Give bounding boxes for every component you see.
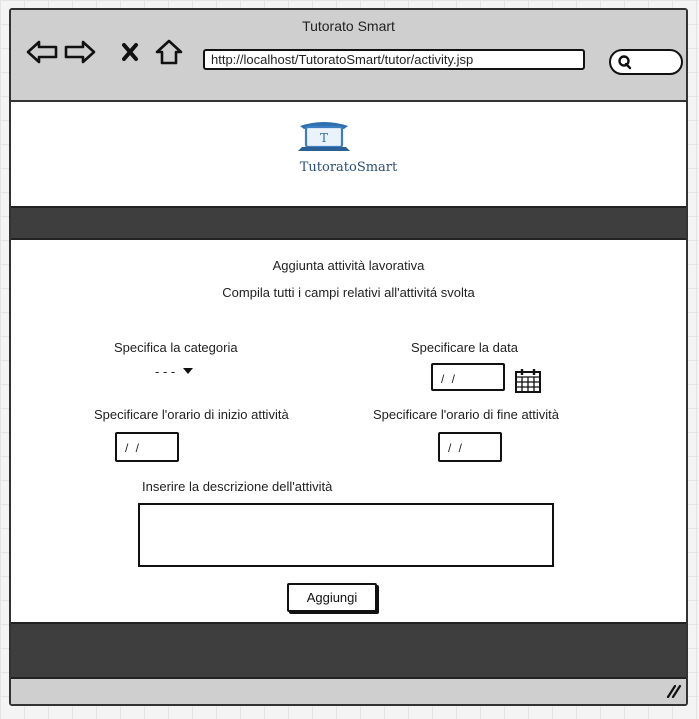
search-icon (617, 54, 633, 75)
caret-down-icon (183, 368, 194, 374)
category-select[interactable]: - - - (155, 361, 194, 381)
description-label: Inserire la descrizione dell'attività (142, 479, 333, 494)
date-field[interactable]: / / (431, 363, 505, 391)
resize-grip-icon[interactable] (664, 682, 682, 703)
browser-chrome: Tutorato Smart http://localhost/Tutorato… (11, 10, 686, 102)
forward-arrow-icon[interactable] (63, 38, 97, 66)
search-box[interactable] (609, 49, 683, 75)
logo-mark: T (320, 131, 328, 145)
page-footer (11, 622, 686, 679)
form-title: Aggiunta attività lavorativa (272, 258, 425, 273)
status-bar (11, 679, 686, 704)
category-selected-value: - - - (155, 363, 176, 379)
description-textarea[interactable] (138, 503, 554, 567)
url-bar[interactable]: http://localhost/TutoratoSmart/tutor/act… (203, 49, 585, 70)
category-label: Specifica la categoria (114, 340, 238, 355)
end-time-label: Specificare l'orario di fine attività (373, 407, 560, 422)
window-title: Tutorato Smart (302, 18, 395, 34)
start-time-label: Specificare l'orario di inizio attività (94, 407, 289, 422)
form-subtitle: Compila tutti i campi relativi all'attiv… (222, 285, 475, 300)
navigation-bar (11, 206, 686, 240)
logo-text: TutoratoSmart (299, 160, 398, 175)
back-arrow-icon[interactable] (25, 38, 59, 66)
logo-icon: T (294, 120, 354, 161)
add-button[interactable]: Aggiungi (287, 583, 377, 612)
calendar-icon[interactable] (514, 368, 542, 399)
browser-window: Tutorato Smart http://localhost/Tutorato… (9, 8, 688, 706)
home-icon[interactable] (153, 38, 185, 66)
date-label: Specificare la data (411, 340, 518, 355)
close-icon[interactable] (117, 38, 143, 66)
end-time-field[interactable]: / / (438, 432, 502, 462)
start-time-field[interactable]: / / (115, 432, 179, 462)
